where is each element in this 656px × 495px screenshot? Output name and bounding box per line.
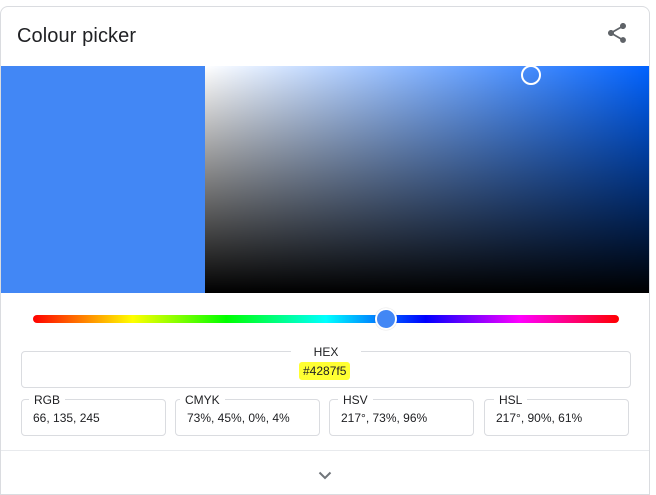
value-gradient bbox=[205, 66, 649, 293]
rgb-label: RGB bbox=[29, 393, 66, 407]
hue-slider-track[interactable] bbox=[33, 315, 619, 323]
widget-title: Colour picker bbox=[17, 25, 137, 47]
saturation-value-area[interactable] bbox=[205, 65, 649, 293]
cmyk-value[interactable]: 73%, 45%, 0%, 4% bbox=[187, 411, 290, 425]
hex-label: HEX bbox=[291, 345, 361, 359]
hex-value[interactable]: #4287f5 bbox=[299, 362, 351, 380]
share-icon[interactable] bbox=[605, 21, 629, 45]
colour-picker-card: Colour picker HEX #4287f5 RGB 66, 135, 2… bbox=[0, 6, 650, 495]
rgb-value[interactable]: 66, 135, 245 bbox=[33, 411, 100, 425]
hsl-label: HSL bbox=[494, 393, 528, 407]
cmyk-label: CMYK bbox=[180, 393, 225, 407]
saturation-value-handle[interactable] bbox=[520, 65, 541, 86]
hue-slider-handle[interactable] bbox=[375, 308, 398, 330]
hsv-label: HSV bbox=[338, 393, 373, 407]
hsv-value[interactable]: 217°, 73%, 96% bbox=[341, 411, 427, 425]
hsl-value[interactable]: 217°, 90%, 61% bbox=[496, 411, 582, 425]
footer-divider bbox=[1, 450, 649, 451]
colour-preview-swatch bbox=[1, 66, 205, 293]
chevron-down-icon[interactable] bbox=[313, 463, 337, 487]
